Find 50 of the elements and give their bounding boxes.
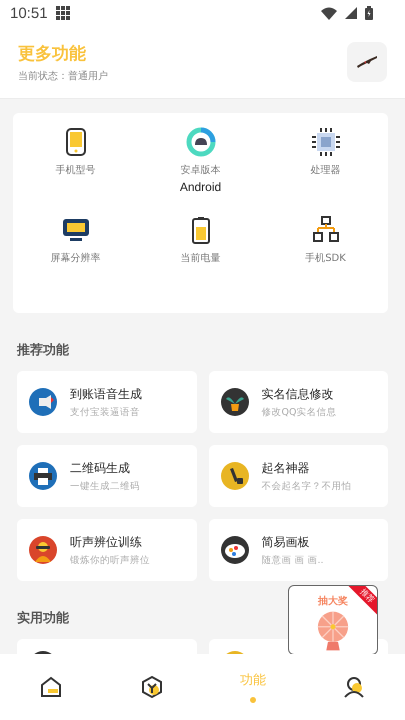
feature-title: 到账语音生成 (70, 386, 142, 402)
info-label: 当前电量 (180, 252, 220, 265)
feature-card[interactable]: 到账语音生成 支付宝装逼语音 (17, 371, 196, 433)
network-icon (310, 215, 340, 245)
home-icon (38, 675, 63, 699)
feature-card[interactable]: 二维码生成 一键生成二维码 (17, 445, 196, 507)
promo-title: 抽大奖 (318, 594, 348, 608)
info-label: 手机SDK (305, 252, 346, 265)
cube-icon (140, 675, 164, 699)
feature-subtitle: 随意画 画 画.. (262, 554, 324, 566)
section-title: 实用功能 (17, 610, 70, 627)
feature-title: 起名神器 (262, 460, 310, 476)
feature-card[interactable]: 起名神器 不会起名字？不用怕 (208, 445, 388, 507)
android-icon (186, 127, 216, 157)
feature-icon (220, 462, 248, 490)
feature-subtitle: 支付宝装逼语音 (70, 406, 141, 418)
info-label: 安卓版本 (180, 164, 220, 177)
feature-card[interactable]: 听声辨位训练 锻炼你的听声辨位 (17, 519, 196, 581)
signal-icon (345, 7, 357, 19)
feature-icon (220, 388, 248, 416)
feature-subtitle: 修改QQ实名信息 (262, 406, 336, 418)
feature-title: 实名信息修改 (262, 386, 334, 402)
feature-subtitle: 锻炼你的听声辨位 (70, 554, 150, 566)
feature-icon (220, 536, 248, 564)
info-label: 屏幕分辨率 (50, 252, 100, 265)
feature-title: 二维码生成 (70, 460, 131, 476)
status-time: 10:51 (10, 4, 48, 22)
grid-icon (56, 6, 70, 20)
rifle-button[interactable] (347, 42, 387, 82)
info-label: 手机型号 (56, 164, 96, 177)
person-icon (342, 675, 366, 699)
page-title: 更多功能 (18, 42, 87, 64)
battery-icon (365, 6, 373, 20)
section-title: 推荐功能 (17, 342, 70, 359)
feature-icon (29, 388, 57, 416)
wifi-icon (321, 6, 337, 20)
prize-popup[interactable]: 抽大奖 推荐 (288, 585, 378, 654)
info-value: Android (180, 180, 222, 194)
user-status: 当前状态：普通用户 (18, 70, 108, 82)
feature-title: 听声辨位训练 (70, 534, 143, 550)
feature-icon (29, 462, 57, 490)
info-label: 处理器 (310, 164, 340, 177)
feature-card[interactable]: 实名信息修改 修改QQ实名信息 (208, 371, 388, 433)
feature-title: 简易画板 (262, 534, 310, 550)
feature-icon (29, 536, 57, 564)
feature-subtitle: 一键生成二维码 (70, 480, 140, 492)
chip-icon (310, 127, 340, 157)
feature-subtitle: 不会起名字？不用怕 (262, 480, 352, 492)
rifle-icon (356, 55, 378, 69)
feature-card[interactable]: 简易画板 随意画 画 画.. (208, 519, 388, 581)
